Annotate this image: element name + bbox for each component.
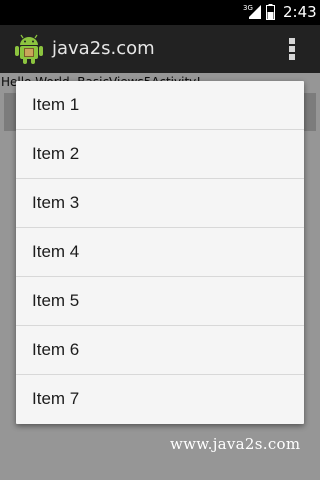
menu-item-label: Item 4 bbox=[32, 242, 80, 261]
clock: 2:43 bbox=[283, 3, 317, 21]
android-robot-icon[interactable] bbox=[14, 33, 44, 65]
popup-menu: Item 1 Item 2 Item 3 Item 4 Item 5 Item … bbox=[16, 81, 304, 424]
menu-item-6[interactable]: Item 6 bbox=[16, 326, 304, 375]
menu-item-label: Item 2 bbox=[32, 144, 80, 163]
menu-item-label: Item 6 bbox=[32, 340, 80, 359]
signal-bars-icon bbox=[247, 5, 261, 19]
app-title: java2s.com bbox=[52, 38, 155, 59]
action-bar: java2s.com bbox=[0, 25, 320, 73]
menu-item-5[interactable]: Item 5 bbox=[16, 277, 304, 326]
battery-icon bbox=[266, 4, 275, 20]
menu-item-2[interactable]: Item 2 bbox=[16, 130, 304, 179]
status-bar: 3G 2:43 bbox=[0, 0, 320, 25]
menu-item-7[interactable]: Item 7 bbox=[16, 375, 304, 423]
overflow-menu-icon[interactable] bbox=[280, 33, 304, 65]
menu-item-label: Item 7 bbox=[32, 389, 80, 408]
menu-item-label: Item 1 bbox=[32, 95, 80, 114]
menu-item-label: Item 5 bbox=[32, 291, 80, 310]
menu-item-label: Item 3 bbox=[32, 193, 80, 212]
menu-item-3[interactable]: Item 3 bbox=[16, 179, 304, 228]
menu-item-1[interactable]: Item 1 bbox=[16, 81, 304, 130]
menu-item-4[interactable]: Item 4 bbox=[16, 228, 304, 277]
watermark: www.java2s.com bbox=[170, 435, 301, 453]
